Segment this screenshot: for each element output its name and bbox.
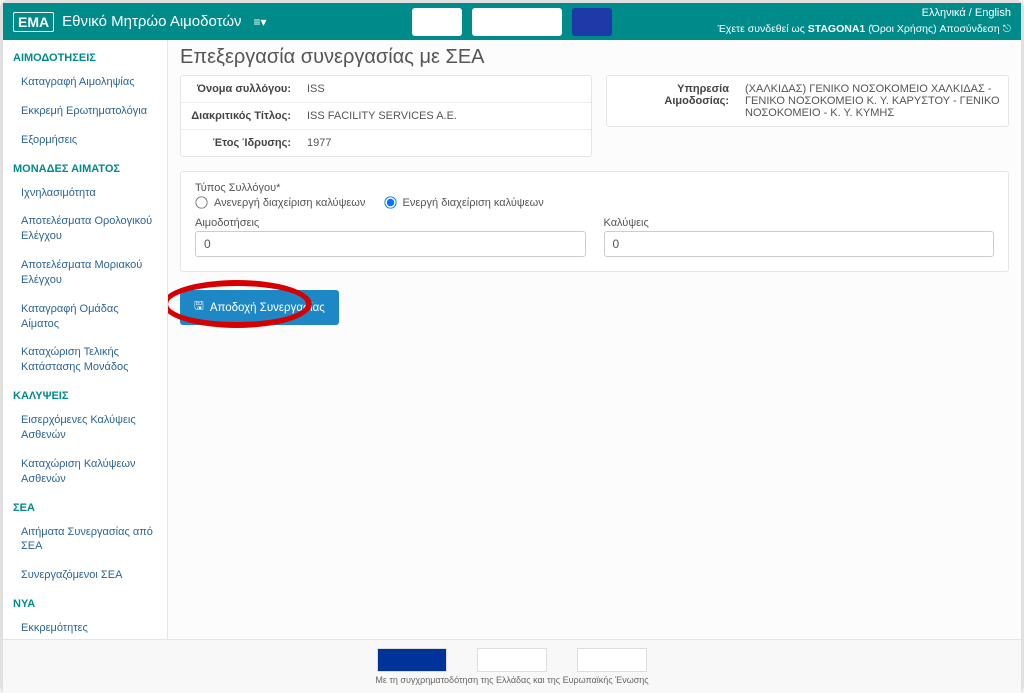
club-year-label: Έτος Ίδρυσης: <box>181 130 299 156</box>
footer-logo-eu <box>377 648 447 672</box>
service-value: (ΧΑΛΚΙΔΑΣ) ΓΕΝΙΚΟ ΝΟΣΟΚΟΜΕΙΟ ΧΑΛΚΙΔΑΣ - … <box>737 76 1008 126</box>
accept-button[interactable]: 🖫 Αποδοχή Συνεργασίας <box>180 290 339 325</box>
coverages-label: Καλύψεις <box>604 217 995 229</box>
sidebar-item[interactable]: Συνεργαζόμενοι ΣΕΑ <box>3 561 167 590</box>
menu-header: ΜΟΝΑΔΕΣ ΑΙΜΑΤΟΣ <box>3 155 167 179</box>
radio-active-label: Ενεργή διαχείριση καλύψεων <box>403 197 544 209</box>
donations-input[interactable] <box>195 231 586 257</box>
sidebar-item[interactable]: Καταχώριση Τελικής Κατάστασης Μονάδος <box>3 338 167 382</box>
sidebar-item[interactable]: Αιτήματα Συνεργασίας από ΣΕΑ <box>3 518 167 562</box>
club-year-value: 1977 <box>299 130 591 156</box>
topbar: EMA Εθνικό Μητρώο Αιμοδοτών ≡▾ Ελληνικά … <box>3 3 1021 40</box>
service-panel: Υπηρεσία Αιμοδοσίας: (ΧΑΛΚΙΔΑΣ) ΓΕΝΙΚΟ Ν… <box>606 75 1009 127</box>
main-content: Επεξεργασία συνεργασίας με ΣΕΑ Όνομα συλ… <box>168 40 1021 639</box>
sidebar[interactable]: ΑΙΜΟΔΟΤΗΣΕΙΣΚαταγραφή ΑιμοληψίαςΕκκρεμή … <box>3 40 168 639</box>
footer-logo-espa <box>577 648 647 672</box>
club-alt-value: ISS FACILITY SERVICES A.E. <box>299 103 591 129</box>
brand-title: Εθνικό Μητρώο Αιμοδοτών <box>62 13 241 30</box>
sidebar-item[interactable]: Εκκρεμή Ερωτηματολόγια <box>3 97 167 126</box>
club-name-label: Όνομα συλλόγου: <box>181 76 299 102</box>
club-info-panel: Όνομα συλλόγου: ISS Διακριτικός Τίτλος: … <box>180 75 592 157</box>
sidebar-item[interactable]: Καταγραφή Ομάδας Αίματος <box>3 295 167 339</box>
menu-toggle-icon[interactable]: ≡▾ <box>254 15 267 29</box>
sidebar-item[interactable]: Εκκρεμότητες <box>3 614 167 639</box>
accept-button-label: Αποδοχή Συνεργασίας <box>210 302 325 314</box>
brand: EMA Εθνικό Μητρώο Αιμοδοτών ≡▾ <box>13 12 267 32</box>
menu-header: ΚΑΛΥΨΕΙΣ <box>3 382 167 406</box>
topbar-right: Ελληνικά / English Έχετε συνδεθεί ως STA… <box>718 6 1011 36</box>
donations-label: Αιμοδοτήσεις <box>195 217 586 229</box>
service-label: Υπηρεσία Αιμοδοσίας: <box>607 76 737 126</box>
logout-icon: ⎋ <box>1003 23 1011 35</box>
sidebar-item[interactable]: Εισερχόμενες Καλύψεις Ασθενών <box>3 406 167 450</box>
footer-text: Με τη συγχρηματοδότηση της Ελλάδας και τ… <box>375 675 648 685</box>
sidebar-item[interactable]: Αποτελέσματα Ορολογικού Ελέγχου <box>3 207 167 251</box>
header-logos <box>412 8 612 36</box>
lang-link[interactable]: Ελληνικά / English <box>922 7 1011 19</box>
logout-link[interactable]: Αποσύνδεση ⎋ <box>940 23 1012 35</box>
logo-eu <box>572 8 612 36</box>
sidebar-item[interactable]: Καταγραφή Αιμοληψίας <box>3 68 167 97</box>
club-type-label: Τύπος Συλλόγου* <box>195 182 994 194</box>
radio-active[interactable] <box>384 196 396 208</box>
club-name-value: ISS <box>299 76 591 102</box>
sidebar-item[interactable]: Αποτελέσματα Μοριακού Ελέγχου <box>3 251 167 295</box>
form-panel: Τύπος Συλλόγου* Ανενεργή διαχείριση καλύ… <box>180 171 1009 272</box>
login-user: STAGONA1 <box>808 23 866 35</box>
menu-header: ΝΥΑ <box>3 590 167 614</box>
logo-ekea <box>412 8 462 36</box>
menu-header: ΣΕΑ <box>3 494 167 518</box>
club-alt-label: Διακριτικός Τίτλος: <box>181 103 299 129</box>
sidebar-item[interactable]: Εξορμήσεις <box>3 126 167 155</box>
menu-header: ΑΙΜΟΔΟΤΗΣΕΙΣ <box>3 44 167 68</box>
brand-logo: EMA <box>13 12 54 32</box>
radio-inactive[interactable] <box>195 196 207 208</box>
login-prefix: Έχετε συνδεθεί ως <box>718 23 808 35</box>
save-icon: 🖫 <box>194 298 204 317</box>
login-terms[interactable]: (Όροι Χρήσης) <box>868 23 939 35</box>
footer-logo-digital <box>477 648 547 672</box>
sidebar-item[interactable]: Ιχνηλασιμότητα <box>3 179 167 208</box>
footer: Με τη συγχρηματοδότηση της Ελλάδας και τ… <box>3 639 1021 693</box>
footer-logos <box>377 648 647 672</box>
coverages-input[interactable] <box>604 231 995 257</box>
sidebar-item[interactable]: Καταχώριση Καλύψεων Ασθενών <box>3 450 167 494</box>
radio-inactive-label: Ανενεργή διαχείριση καλύψεων <box>214 197 365 209</box>
page-title: Επεξεργασία συνεργασίας με ΣΕΑ <box>180 46 1009 69</box>
logo-grnet <box>472 8 562 36</box>
